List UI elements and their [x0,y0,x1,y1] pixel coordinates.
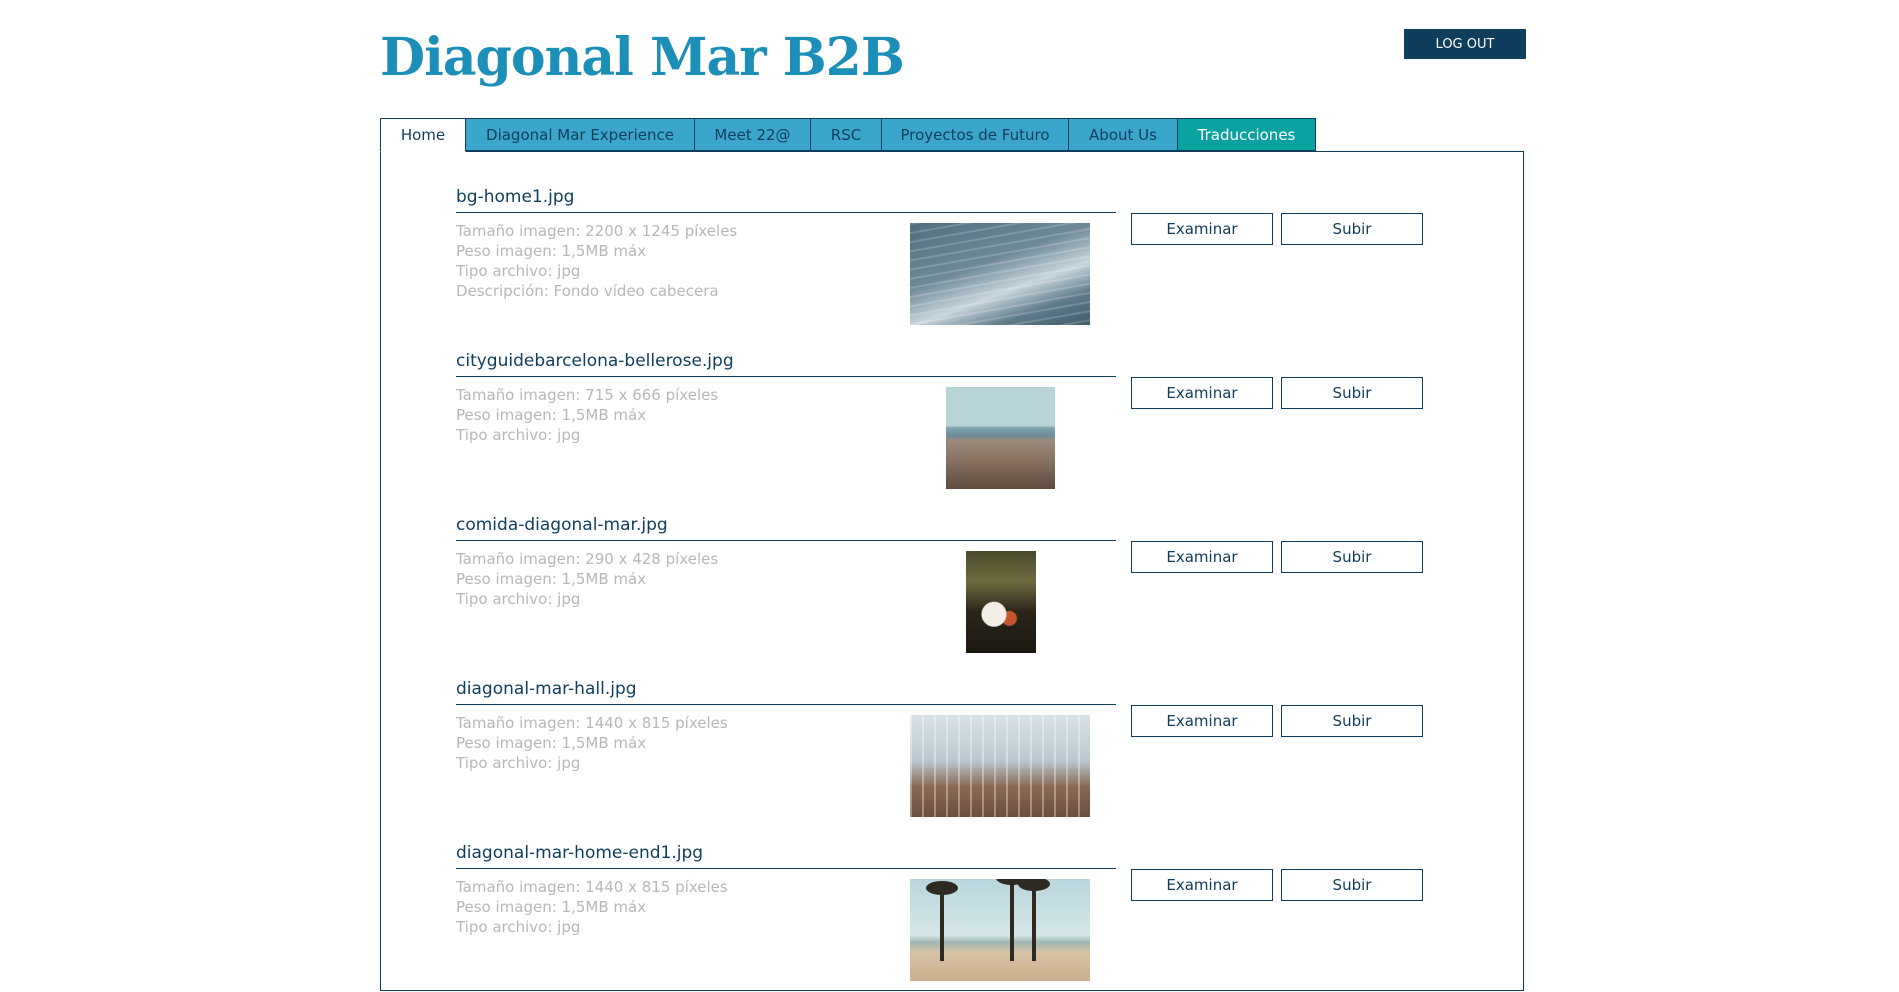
file-meta: Tamaño imagen: 1440 x 815 píxeles Peso i… [456,877,876,937]
palm-tree-shape [926,881,958,961]
image-size-text: Tamaño imagen: 290 x 428 píxeles [456,550,719,568]
upload-button[interactable]: Subir [1281,213,1423,245]
beach-thumbnail [910,879,1090,981]
file-row: comida-diagonal-mar.jpg Tamaño imagen: 2… [456,514,1426,664]
browse-button[interactable]: Examinar [1131,541,1273,573]
tab-meet-22[interactable]: Meet 22@ [694,118,811,151]
file-meta: Tamaño imagen: 1440 x 815 píxeles Peso i… [456,713,876,773]
file-name: comida-diagonal-mar.jpg [456,514,1116,541]
image-upload-panel: bg-home1.jpg Tamaño imagen: 2200 x 1245 … [380,151,1524,991]
upload-button[interactable]: Subir [1281,541,1423,573]
file-name: cityguidebarcelona-bellerose.jpg [456,350,1116,377]
logout-button[interactable]: LOG OUT [1404,29,1526,59]
tab-diagonal-mar-experience[interactable]: Diagonal Mar Experience [465,118,695,151]
image-size-text: Tamaño imagen: 1440 x 815 píxeles [456,714,728,732]
image-weight-text: Peso imagen: 1,5MB máx [456,406,647,424]
file-name: bg-home1.jpg [456,186,1116,213]
browse-button[interactable]: Examinar [1131,869,1273,901]
browse-button[interactable]: Examinar [1131,705,1273,737]
food-thumbnail [966,551,1036,653]
upload-button[interactable]: Subir [1281,869,1423,901]
file-meta: Tamaño imagen: 715 x 666 píxeles Peso im… [456,385,876,445]
palm-tree-shape [996,879,1028,961]
image-size-text: Tamaño imagen: 1440 x 815 píxeles [456,878,728,896]
tab-home[interactable]: Home [380,118,466,152]
image-weight-text: Peso imagen: 1,5MB máx [456,898,647,916]
file-type-text: Tipo archivo: jpg [456,918,581,936]
site-logo-title: Diagonal Mar B2B [380,27,905,88]
file-row: diagonal-mar-hall.jpg Tamaño imagen: 144… [456,678,1426,828]
image-weight-text: Peso imagen: 1,5MB máx [456,570,647,588]
file-meta: Tamaño imagen: 2200 x 1245 píxeles Peso … [456,221,876,301]
palm-tree-shape [1018,879,1050,961]
tab-proyectos-de-futuro[interactable]: Proyectos de Futuro [881,118,1069,151]
city-thumbnail [946,387,1055,489]
browse-button[interactable]: Examinar [1131,213,1273,245]
tab-about-us[interactable]: About Us [1068,118,1178,151]
image-description-text: Descripción: Fondo vídeo cabecera [456,282,719,300]
file-type-text: Tipo archivo: jpg [456,754,581,772]
main-tabs: Home Diagonal Mar Experience Meet 22@ RS… [380,118,1316,152]
file-type-text: Tipo archivo: jpg [456,262,581,280]
upload-button[interactable]: Subir [1281,705,1423,737]
upload-button[interactable]: Subir [1281,377,1423,409]
file-name: diagonal-mar-hall.jpg [456,678,1116,705]
image-weight-text: Peso imagen: 1,5MB máx [456,242,647,260]
file-name: diagonal-mar-home-end1.jpg [456,842,1116,869]
image-weight-text: Peso imagen: 1,5MB máx [456,734,647,752]
file-type-text: Tipo archivo: jpg [456,426,581,444]
image-size-text: Tamaño imagen: 715 x 666 píxeles [456,386,719,404]
file-row: diagonal-mar-home-end1.jpg Tamaño imagen… [456,842,1426,992]
file-row: cityguidebarcelona-bellerose.jpg Tamaño … [456,350,1426,500]
browse-button[interactable]: Examinar [1131,377,1273,409]
file-type-text: Tipo archivo: jpg [456,590,581,608]
sea-thumbnail [910,223,1090,325]
tab-traducciones[interactable]: Traducciones [1177,118,1316,151]
file-meta: Tamaño imagen: 290 x 428 píxeles Peso im… [456,549,876,609]
hall-thumbnail [910,715,1090,817]
file-row: bg-home1.jpg Tamaño imagen: 2200 x 1245 … [456,186,1426,336]
tab-rsc[interactable]: RSC [810,118,882,151]
image-size-text: Tamaño imagen: 2200 x 1245 píxeles [456,222,738,240]
